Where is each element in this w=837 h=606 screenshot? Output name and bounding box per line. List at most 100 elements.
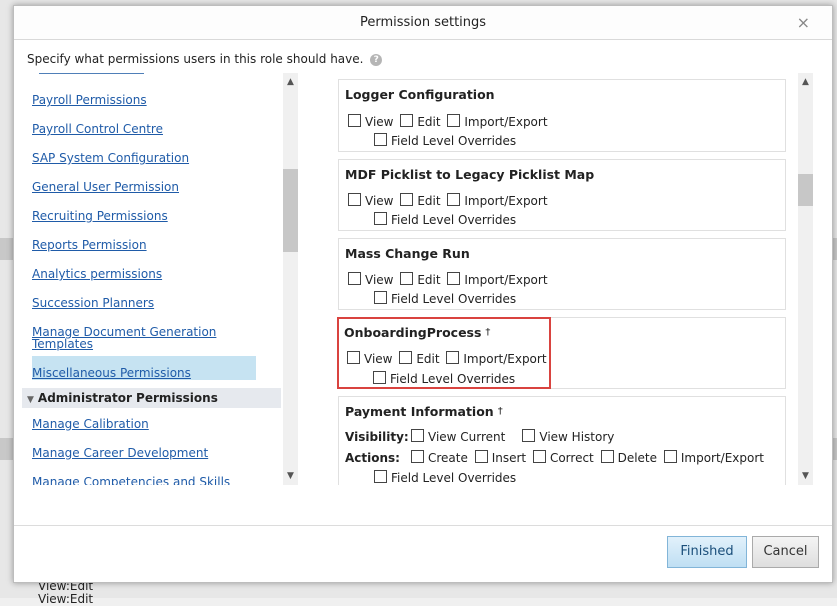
nav-item-analytics-permissions[interactable]: Analytics permissions: [32, 268, 162, 280]
nav-item-sap-system-configuration[interactable]: SAP System Configuration: [32, 152, 189, 164]
option-label: Field Level Overrides: [391, 134, 517, 148]
option-label: View: [364, 352, 393, 366]
actions-label: Actions:: [345, 451, 400, 465]
option-label: Field Level Overrides: [391, 213, 517, 227]
right-scrollbar[interactable]: ▲ ▼: [798, 73, 813, 485]
edit-checkbox[interactable]: [400, 193, 414, 206]
nav-item-reports-permission[interactable]: Reports Permission: [32, 239, 147, 251]
option-label: Import/Export: [464, 194, 548, 208]
view-history-checkbox[interactable]: [522, 429, 536, 442]
import-export-checkbox[interactable]: [446, 351, 460, 364]
field-level-overrides-checkbox[interactable]: [373, 371, 386, 384]
permission-title: Mass Change Run: [345, 246, 470, 261]
create-checkbox[interactable]: [411, 450, 424, 463]
permission-title-text: Payment Information: [345, 404, 494, 419]
permission-options-row: View Edit Import/Export: [348, 193, 551, 208]
nav-item-succession-planners[interactable]: Succession Planners: [32, 297, 154, 309]
option-label: View: [365, 115, 394, 129]
list-clip-edge: [39, 73, 144, 74]
field-level-overrides-checkbox[interactable]: [374, 291, 387, 304]
field-level-overrides-checkbox[interactable]: [374, 470, 387, 483]
delete-checkbox[interactable]: [600, 450, 614, 463]
left-scrollbar[interactable]: ▲ ▼: [283, 73, 298, 485]
view-checkbox[interactable]: [347, 351, 360, 364]
correct-checkbox[interactable]: [532, 450, 546, 463]
permission-options-row: View Edit Import/Export: [348, 272, 551, 287]
right-scrollbar-thumb[interactable]: [798, 174, 813, 206]
nav-item-miscellaneous-permissions[interactable]: Miscellaneous Permissions: [32, 367, 191, 379]
permission-box-mdf-picklist: MDF Picklist to Legacy Picklist Map View…: [338, 159, 786, 231]
option-label: View History: [539, 430, 615, 444]
permission-options-row: View Edit Import/Export: [347, 351, 550, 366]
import-export-checkbox[interactable]: [447, 272, 461, 285]
option-label: View: [365, 194, 394, 208]
override-row: Field Level Overrides: [374, 133, 516, 148]
edit-checkbox[interactable]: [400, 272, 414, 285]
close-icon[interactable]: ×: [797, 14, 810, 32]
option-label: Import/Export: [463, 352, 547, 366]
permission-category-list: Payroll Permissions Payroll Control Cent…: [21, 73, 297, 485]
edit-checkbox[interactable]: [400, 114, 414, 127]
permission-box-logger-configuration: Logger Configuration View Edit Import/Ex…: [338, 79, 786, 152]
view-checkbox[interactable]: [348, 114, 361, 127]
intro-text: Specify what permissions users in this r…: [27, 52, 383, 66]
nav-item-payroll-permissions[interactable]: Payroll Permissions: [32, 94, 147, 106]
scroll-down-arrow-icon[interactable]: ▼: [798, 469, 813, 483]
intro-label: Specify what permissions users in this r…: [27, 52, 364, 66]
help-icon[interactable]: ?: [370, 54, 383, 66]
field-level-overrides-checkbox[interactable]: [374, 133, 387, 146]
option-label: View Current: [428, 430, 506, 444]
permission-title: Logger Configuration: [345, 87, 495, 102]
permission-box-payment-information: Payment Information † Visibility: View Cur…: [338, 396, 786, 485]
nav-item-payroll-control-centre[interactable]: Payroll Control Centre: [32, 123, 163, 135]
nav-item-manage-career-development[interactable]: Manage Career Development: [32, 447, 208, 459]
dialog-titlebar: Permission settings ×: [14, 6, 832, 40]
edit-checkbox[interactable]: [399, 351, 413, 364]
permission-title: Payment Information †: [345, 404, 503, 419]
nav-item-general-user-permission[interactable]: General User Permission: [32, 181, 179, 193]
option-label: Import/Export: [464, 115, 548, 129]
permission-detail-pane: Logger Configuration View Edit Import/Ex…: [332, 73, 814, 485]
option-label: Field Level Overrides: [391, 292, 517, 306]
scroll-up-arrow-icon[interactable]: ▲: [798, 75, 813, 89]
view-checkbox[interactable]: [348, 272, 361, 285]
option-label: Create: [428, 451, 468, 465]
option-label: Import/Export: [464, 273, 548, 287]
option-label: Field Level Overrides: [390, 372, 516, 386]
left-scrollbar-thumb[interactable]: [283, 169, 298, 252]
visibility-row: Visibility: View Current View History: [345, 429, 617, 444]
override-row: Field Level Overrides: [374, 212, 516, 227]
visibility-label: Visibility:: [345, 430, 409, 444]
collapse-triangle-icon: ▼: [27, 395, 34, 405]
permission-box-onboarding-process: OnboardingProcess † View Edit Import/Expo…: [337, 317, 551, 389]
option-label: Edit: [417, 115, 441, 129]
option-label: Correct: [549, 451, 594, 465]
cancel-button[interactable]: Cancel: [752, 536, 819, 568]
nav-item-manage-calibration[interactable]: Manage Calibration: [32, 418, 149, 430]
view-current-checkbox[interactable]: [411, 429, 424, 442]
dialog-title: Permission settings: [359, 15, 487, 30]
section-administrator-permissions[interactable]: ▼ Administrator Permissions: [22, 388, 281, 408]
field-level-overrides-checkbox[interactable]: [374, 212, 387, 225]
nav-item-manage-competencies-and-skills[interactable]: Manage Competencies and Skills: [32, 476, 230, 485]
insert-checkbox[interactable]: [474, 450, 488, 463]
permission-title: OnboardingProcess †: [344, 325, 490, 340]
finished-button[interactable]: Finished: [667, 536, 747, 568]
dagger-marker: †: [497, 406, 503, 417]
nav-item-manage-document-generation-templates[interactable]: Manage Document Generation Templates: [32, 326, 222, 350]
override-row: Field Level Overrides: [374, 291, 516, 306]
permission-title-text: OnboardingProcess: [344, 325, 482, 340]
import-export-checkbox[interactable]: [447, 114, 461, 127]
import-export-checkbox[interactable]: [663, 450, 677, 463]
permission-title: MDF Picklist to Legacy Picklist Map: [345, 167, 595, 182]
override-row: Field Level Overrides: [373, 371, 515, 386]
option-label: Field Level Overrides: [391, 471, 517, 485]
import-export-checkbox[interactable]: [447, 193, 461, 206]
dialog-footer: Finished Cancel: [14, 525, 832, 582]
scroll-down-arrow-icon[interactable]: ▼: [283, 469, 298, 483]
option-label: View: [365, 273, 394, 287]
permission-settings-dialog: Permission settings × Specify what permi…: [13, 5, 833, 583]
scroll-up-arrow-icon[interactable]: ▲: [283, 75, 298, 89]
nav-item-recruiting-permissions[interactable]: Recruiting Permissions: [32, 210, 168, 222]
view-checkbox[interactable]: [348, 193, 361, 206]
